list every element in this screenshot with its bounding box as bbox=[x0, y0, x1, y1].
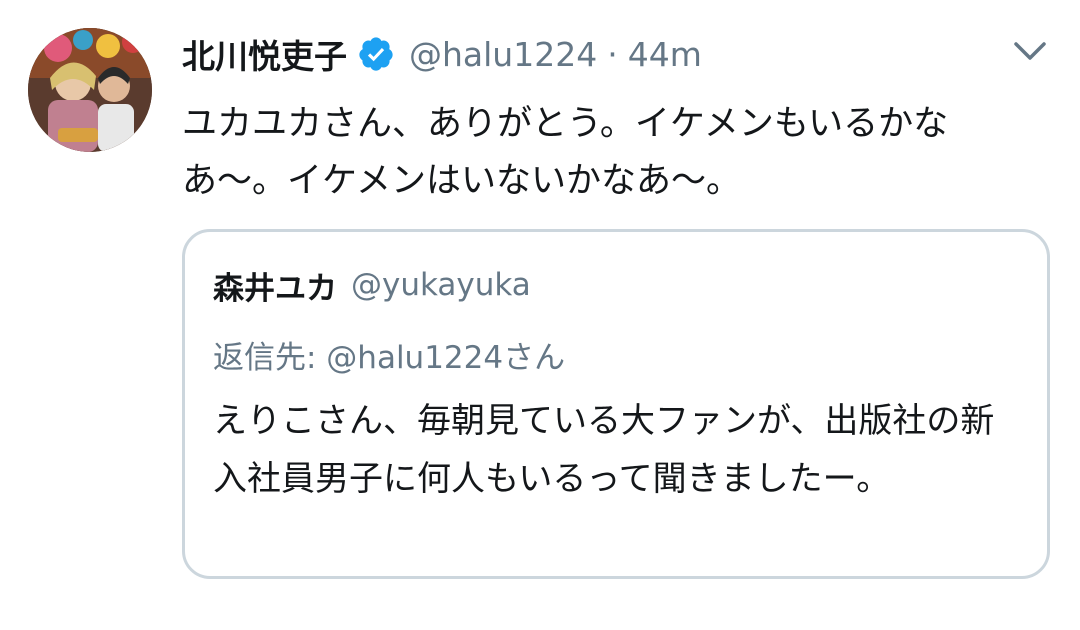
avatar-photo bbox=[28, 28, 152, 152]
verified-badge-icon bbox=[357, 35, 395, 73]
author-handle[interactable]: @halu1224 bbox=[409, 35, 597, 74]
reply-to-label: 返信先: @halu1224さん bbox=[213, 340, 566, 376]
quoted-author-display-name: 森井ユカ bbox=[213, 270, 337, 307]
quoted-tweet[interactable]: 森井ユカ @yukayuka 返信先: @halu1224さん えりこさん、毎朝… bbox=[182, 229, 1050, 579]
tweet-timestamp[interactable]: 44m bbox=[628, 35, 702, 74]
quoted-tweet-header: 森井ユカ @yukayuka bbox=[213, 262, 531, 308]
separator-dot: · bbox=[607, 34, 618, 74]
quoted-author-handle: @yukayuka bbox=[351, 267, 531, 303]
tweet-card[interactable]: 北川悦吏子 @halu1224 · 44m ユカユカさん、ありがとう。イケメンも… bbox=[0, 0, 1080, 630]
author-display-name[interactable]: 北川悦吏子 bbox=[182, 30, 347, 78]
chevron-down-icon[interactable] bbox=[1010, 38, 1050, 66]
quoted-tweet-text: えりこさん、毎朝見ている大ファンが、出版社の新入社員男子に何人もいるって聞きまし… bbox=[213, 401, 995, 499]
avatar[interactable] bbox=[28, 28, 152, 152]
tweet-text: ユカユカさん、ありがとう。イケメンもいるかなあ〜。イケメンはいないかなあ〜。 bbox=[182, 104, 949, 201]
tweet-header: 北川悦吏子 @halu1224 · 44m bbox=[182, 30, 702, 78]
